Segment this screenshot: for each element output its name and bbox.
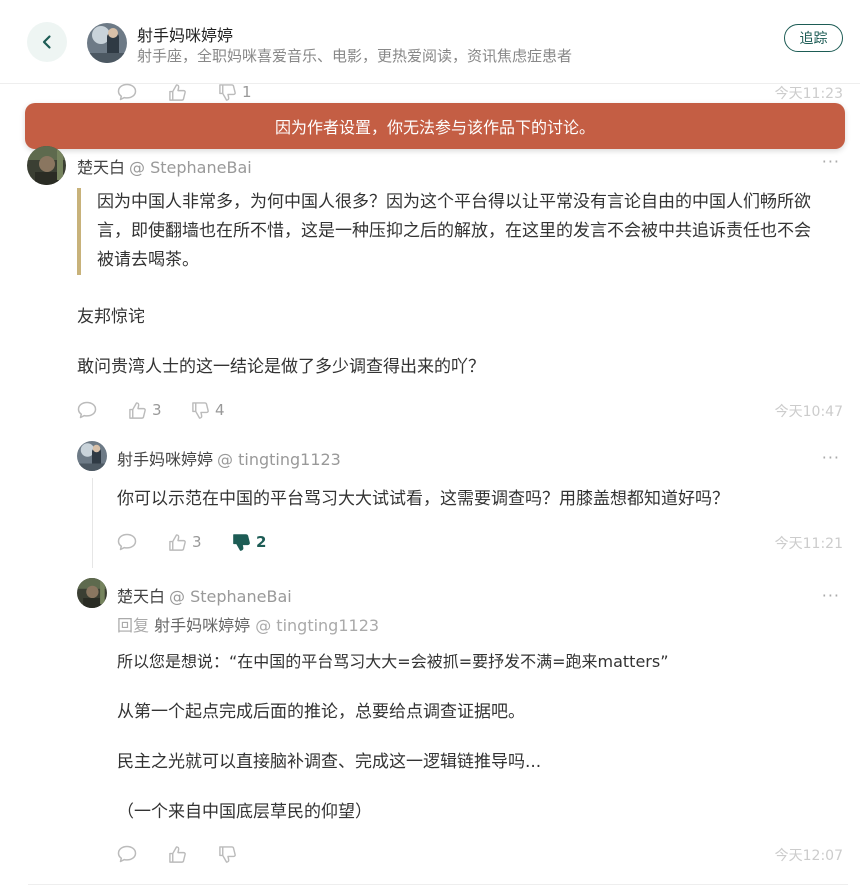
more-icon: ··· xyxy=(821,448,840,467)
comment-icon xyxy=(117,533,137,551)
reply-author-name: 楚天白 xyxy=(117,587,166,606)
comment-icon xyxy=(117,83,137,101)
author-bio: 射手座，全职妈咪喜爱音乐、电影，更热爱阅读，资讯焦虑症患者 xyxy=(137,47,573,65)
dislike-count: 2 xyxy=(256,533,267,551)
like-count: 3 xyxy=(192,533,202,551)
header: 射手妈咪婷婷 射手座，全职妈咪喜爱音乐、电影，更热爱阅读，资讯焦虑症患者 追踪 xyxy=(0,0,860,84)
reply-avatar[interactable] xyxy=(77,441,107,471)
author-avatar[interactable] xyxy=(87,23,127,63)
dislike-button[interactable] xyxy=(218,842,237,866)
comment-button[interactable] xyxy=(117,80,137,104)
comment-author-name: 楚天白 xyxy=(77,158,126,177)
thumbs-down-icon xyxy=(219,845,236,863)
comment-icon xyxy=(117,845,137,863)
comment-timestamp: 今天11:23 xyxy=(774,86,843,102)
comment-actions: 3 4 今天10:47 xyxy=(0,398,860,422)
reply-paragraph: （一个来自中国底层草民的仰望） xyxy=(117,802,372,822)
back-button[interactable] xyxy=(27,22,67,62)
commenter-avatar[interactable] xyxy=(27,146,66,185)
dislike-button[interactable]: 1 xyxy=(218,80,252,104)
reply-to-handle[interactable]: @ tingting1123 xyxy=(255,616,379,635)
like-count: 3 xyxy=(152,401,162,419)
dislike-button[interactable]: 4 xyxy=(191,398,225,422)
discussion-disabled-banner: 因为作者设置，你无法参与该作品下的讨论。 xyxy=(25,103,845,149)
reply-to-name[interactable]: 射手妈咪婷婷 xyxy=(154,616,250,635)
comment-author[interactable]: 楚天白 @ StephaneBai xyxy=(77,154,252,178)
reply-author-handle: @ tingting1123 xyxy=(217,450,341,469)
reply-actions: 3 2 今天11:21 xyxy=(0,530,860,554)
reply-timestamp: 今天12:07 xyxy=(774,848,843,864)
comment-timestamp: 今天10:47 xyxy=(774,404,843,420)
thumbs-up-icon xyxy=(169,533,186,551)
comment-button[interactable] xyxy=(117,842,137,866)
previous-comment-actions: 1 今天11:23 xyxy=(0,80,860,104)
divider xyxy=(28,884,848,885)
reply-to-line: 回复 射手妈咪婷婷 @ tingting1123 xyxy=(117,612,379,636)
follow-button[interactable]: 追踪 xyxy=(784,24,843,52)
more-options-button[interactable]: ··· xyxy=(822,586,840,605)
reply-author[interactable]: 射手妈咪婷婷 @ tingting1123 xyxy=(117,446,341,470)
more-icon: ··· xyxy=(821,586,840,605)
thumbs-up-icon xyxy=(129,401,146,419)
thumbs-down-icon xyxy=(192,401,209,419)
like-button[interactable]: 3 xyxy=(168,530,202,554)
reply-author-name: 射手妈咪婷婷 xyxy=(117,450,214,469)
more-options-button[interactable]: ··· xyxy=(822,152,840,171)
comment-quote: 因为中国人非常多，为何中国人很多？因为这个平台得以让平常没有言论自由的中国人们畅… xyxy=(77,188,817,275)
dislike-count: 4 xyxy=(215,401,225,419)
reply-avatar[interactable] xyxy=(77,578,107,608)
comment-icon xyxy=(77,401,97,419)
author-name[interactable]: 射手妈咪婷婷 xyxy=(137,22,233,46)
dislike-button-active[interactable]: 2 xyxy=(232,530,266,554)
thumbs-down-icon xyxy=(219,83,236,101)
comment-paragraph: 敢问贵湾人士的这一结论是做了多少调查得出来的吖？ xyxy=(77,357,485,377)
comment-author-handle: @ StephaneBai xyxy=(129,158,252,177)
reply-paragraph: 所以您是想说：“在中国的平台骂习大大=会被抓=要抒发不满=跑来matters” xyxy=(117,652,669,671)
thumbs-up-icon xyxy=(169,845,186,863)
thumbs-down-icon xyxy=(233,533,250,551)
more-options-button[interactable]: ··· xyxy=(822,448,840,467)
reply-text: 你可以示范在中国的平台骂习大大试试看，这需要调查吗？用膝盖想都知道好吗？ xyxy=(117,489,729,509)
dislike-count: 1 xyxy=(242,83,252,101)
like-button[interactable]: 3 xyxy=(128,398,162,422)
like-button[interactable] xyxy=(168,80,187,104)
comment-button[interactable] xyxy=(117,530,137,554)
comment-paragraph: 友邦惊诧 xyxy=(77,307,145,327)
reply-thread-line xyxy=(92,478,93,568)
like-button[interactable] xyxy=(168,842,187,866)
reply-paragraph: 从第一个起点完成后面的推论，总要给点调查证据吧。 xyxy=(117,702,525,722)
thumbs-up-icon xyxy=(169,83,186,101)
reply-paragraph: 民主之光就可以直接脑补调查、完成这一逻辑链推导吗... xyxy=(117,752,542,772)
reply-prefix: 回复 xyxy=(117,616,150,635)
chevron-left-icon xyxy=(42,35,51,49)
reply-author-handle: @ StephaneBai xyxy=(169,587,292,606)
more-icon: ··· xyxy=(821,152,840,171)
reply-author[interactable]: 楚天白 @ StephaneBai xyxy=(117,583,292,607)
reply-timestamp: 今天11:21 xyxy=(774,536,843,552)
reply-actions: 今天12:07 xyxy=(0,842,860,866)
comment-button[interactable] xyxy=(77,398,97,422)
